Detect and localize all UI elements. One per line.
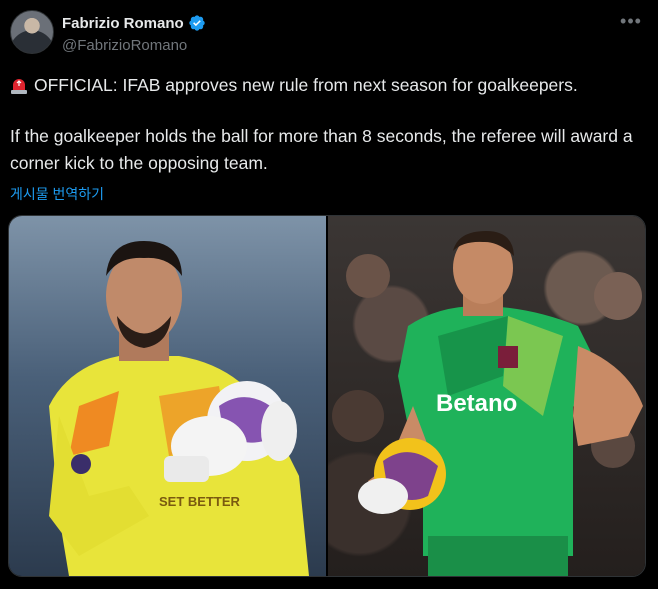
translate-post-link[interactable]: 게시물 번역하기 xyxy=(10,184,104,204)
media-photo-left[interactable]: SET BETTER xyxy=(9,216,326,576)
post-text: OFFICIAL: IFAB approves new rule from ne… xyxy=(10,72,646,177)
right-shirt-sponsor: Betano xyxy=(436,390,517,417)
rotating-light-emoji-icon xyxy=(11,78,27,94)
post-media[interactable]: SET BETTER Betano xyxy=(8,215,646,577)
verified-badge-icon xyxy=(188,15,205,31)
author-handle[interactable]: @FabrizioRomano xyxy=(62,37,187,54)
post-line-1: OFFICIAL: IFAB approves new rule from ne… xyxy=(34,75,578,95)
post-header: Fabrizio Romano @FabrizioRomano ••• xyxy=(10,10,648,60)
goalkeeper-right-illustration: Betano xyxy=(332,231,643,576)
post-paragraph-2: If the goalkeeper holds the ball for mor… xyxy=(10,126,633,173)
left-shirt-sponsor: SET BETTER xyxy=(159,494,241,509)
author-name[interactable]: Fabrizio Romano xyxy=(62,15,184,32)
more-options-icon[interactable]: ••• xyxy=(620,12,642,36)
post-paragraph-1: OFFICIAL: IFAB approves new rule from ne… xyxy=(10,72,646,99)
media-photo-right[interactable]: Betano xyxy=(328,216,645,576)
author-avatar[interactable] xyxy=(10,10,54,54)
goalkeeper-left-illustration: SET BETTER xyxy=(49,241,309,576)
author-name-row: Fabrizio Romano xyxy=(62,14,206,32)
